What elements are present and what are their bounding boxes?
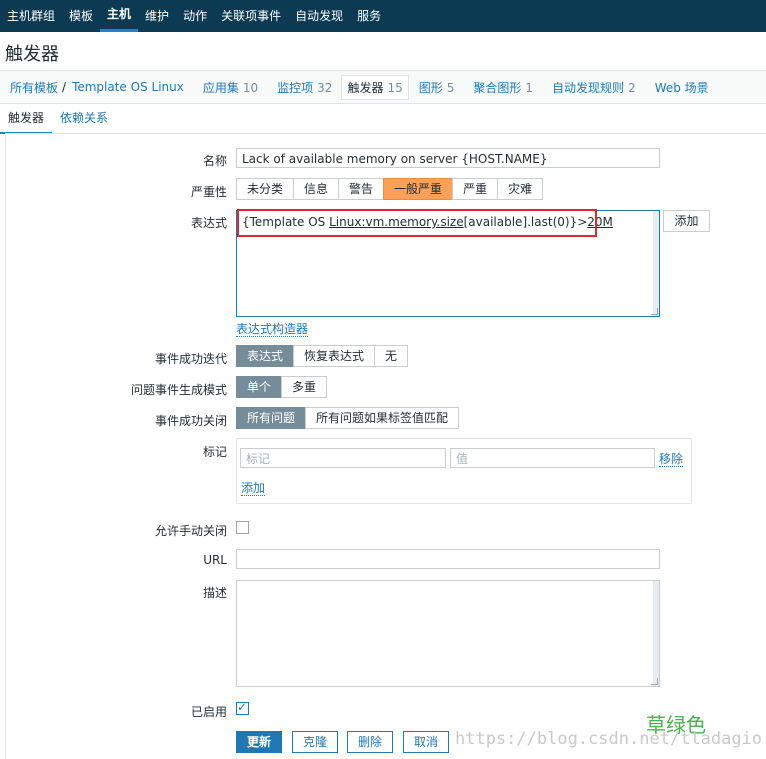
description-label: 描述 — [202, 586, 227, 600]
expression-constructor-link[interactable]: 表达式构造器 — [236, 322, 309, 337]
crumb-label: 图形 — [418, 80, 443, 95]
problem-mode-label: 问题事件生成模式 — [130, 383, 227, 397]
breadcrumb-applications[interactable]: 应用集 10 — [193, 79, 267, 96]
crumb-label: 应用集 — [202, 80, 239, 95]
crumb-label: 聚合图形 — [473, 80, 522, 95]
nav-discovery[interactable]: 自动发现 — [288, 0, 350, 32]
enabled-label: 已启用 — [190, 705, 227, 719]
severity-average[interactable]: 一般严重 — [383, 178, 454, 200]
ok-event-selector: 表达式 恢复表达式 无 — [236, 345, 409, 367]
expression-label: 表达式 — [190, 216, 227, 230]
watermark-url: https://blog.csdn.net/tladagio — [455, 729, 763, 749]
breadcrumb-graphs[interactable]: 图形 5 — [409, 79, 464, 96]
severity-label: 严重性 — [190, 185, 227, 199]
ok-event-expression[interactable]: 表达式 — [236, 345, 295, 367]
crumb-label: 触发器 — [347, 80, 384, 95]
problem-mode-single[interactable]: 单个 — [236, 376, 283, 398]
expr-part: [available].last(0)}> — [463, 215, 588, 229]
update-button[interactable]: 更新 — [236, 731, 282, 753]
name-input[interactable]: Lack of available memory on server {HOST… — [236, 148, 660, 168]
top-navigation: 主机群组 模板 主机 维护 动作 关联项事件 自动发现 服务 — [0, 0, 766, 32]
crumb-label: Web 场景 — [654, 80, 709, 95]
tag-name-input[interactable]: 标记 — [240, 448, 446, 468]
nav-services[interactable]: 服务 — [350, 0, 388, 32]
resize-grip-icon[interactable] — [651, 678, 658, 685]
tags-label: 标记 — [202, 445, 227, 459]
crumb-count: 10 — [242, 80, 259, 95]
tag-value-input[interactable]: 值 — [450, 448, 655, 468]
tab-trigger[interactable]: 触发器 — [0, 104, 53, 134]
problem-mode-selector: 单个 多重 — [236, 376, 328, 398]
ok-event-recovery-expression[interactable]: 恢复表达式 — [293, 345, 376, 367]
cancel-button[interactable]: 取消 — [403, 731, 449, 753]
expr-part: {Template OS — [242, 215, 330, 229]
description-scrollbar[interactable] — [653, 581, 659, 686]
description-textarea[interactable] — [236, 580, 660, 687]
checkmark-icon: ✓ — [237, 700, 248, 714]
ok-event-label: 事件成功迭代 — [154, 352, 227, 366]
ok-close-label: 事件成功关闭 — [154, 414, 227, 428]
tab-dependencies[interactable]: 依赖关系 — [52, 104, 116, 134]
breadcrumb-discovery-rules[interactable]: 自动发现规则 2 — [542, 79, 645, 96]
url-label: URL — [203, 553, 227, 567]
expression-text: {Template OS Linux:vm.memory.size[availa… — [242, 215, 613, 229]
form-tabs: 触发器 依赖关系 — [0, 104, 766, 134]
ok-event-none[interactable]: 无 — [374, 345, 409, 367]
breadcrumb-triggers[interactable]: 触发器 15 — [341, 74, 409, 100]
url-input[interactable] — [236, 549, 660, 569]
resize-grip-icon[interactable] — [651, 308, 658, 315]
expr-threshold: 20M — [587, 215, 613, 229]
enabled-checkbox[interactable]: ✓ — [236, 700, 249, 715]
crumb-label: 监控项 — [277, 80, 314, 95]
crumb-label: 自动发现规则 — [552, 80, 625, 95]
expression-scrollbar[interactable] — [653, 211, 659, 316]
severity-not-classified[interactable]: 未分类 — [236, 178, 295, 200]
severity-selector: 未分类 信息 警告 一般严重 严重 灾难 — [236, 178, 544, 200]
manual-close-label: 允许手动关闭 — [154, 524, 227, 538]
severity-warning[interactable]: 警告 — [338, 178, 385, 200]
ok-close-all-problems[interactable]: 所有问题 — [236, 407, 307, 429]
crumb-count: 2 — [628, 80, 636, 95]
severity-disaster[interactable]: 灾难 — [497, 178, 544, 200]
breadcrumb-items[interactable]: 监控项 32 — [267, 79, 341, 96]
nav-correlation[interactable]: 关联项事件 — [214, 0, 288, 32]
nav-hosts[interactable]: 主机 — [100, 0, 139, 32]
page-title: 触发器 — [5, 44, 59, 65]
expression-textarea[interactable]: {Template OS Linux:vm.memory.size[availa… — [236, 210, 660, 317]
tag-add-link[interactable]: 添加 — [241, 481, 266, 496]
tag-remove-link[interactable]: 移除 — [659, 452, 684, 467]
nav-host-groups[interactable]: 主机群组 — [0, 0, 62, 32]
crumb-count: 1 — [525, 80, 534, 95]
crumb-count: 32 — [317, 80, 333, 95]
clone-button[interactable]: 克隆 — [292, 731, 338, 753]
breadcrumb-screens[interactable]: 聚合图形 1 — [463, 79, 542, 96]
breadcrumb-web-scenarios[interactable]: Web 场景 — [645, 79, 718, 96]
nav-templates[interactable]: 模板 — [62, 0, 100, 32]
name-label: 名称 — [202, 154, 227, 168]
severity-information[interactable]: 信息 — [293, 178, 340, 200]
delete-button[interactable]: 删除 — [347, 731, 393, 753]
ok-close-tag-match[interactable]: 所有问题如果标签值匹配 — [305, 407, 460, 429]
problem-mode-multiple[interactable]: 多重 — [281, 376, 328, 398]
ok-close-selector: 所有问题 所有问题如果标签值匹配 — [236, 407, 460, 429]
severity-high[interactable]: 严重 — [452, 178, 499, 200]
expression-add-button[interactable]: 添加 — [663, 210, 710, 232]
crumb-count: 5 — [446, 80, 455, 95]
nav-actions[interactable]: 动作 — [176, 0, 214, 32]
expr-item-key: Linux:vm.memory.size — [329, 215, 464, 229]
breadcrumb-all-templates[interactable]: 所有模板 — [0, 79, 62, 96]
breadcrumb-template[interactable]: Template OS Linux — [66, 80, 193, 94]
nav-maintenance[interactable]: 维护 — [138, 0, 176, 32]
manual-close-checkbox[interactable] — [236, 521, 249, 534]
crumb-count: 15 — [387, 80, 403, 95]
breadcrumb: 所有模板 / Template OS Linux 应用集 10 监控项 32 触发器… — [0, 70, 766, 104]
